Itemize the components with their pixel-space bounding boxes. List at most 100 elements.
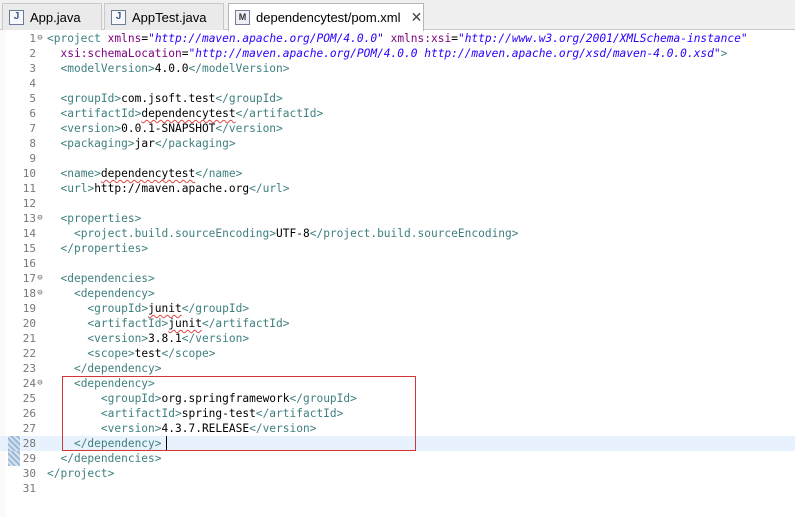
code-line[interactable]: 9 [0,151,795,166]
line-number: 6 [29,107,36,120]
line-number: 5 [29,92,36,105]
code-text: </properties> [60,242,149,255]
code-line[interactable]: 27 <version>4.3.7.RELEASE</version> [0,421,795,436]
line-number: 24 [22,377,36,390]
code-text: <scope>test</scope> [87,347,216,360]
tab-pom-xml[interactable]: M dependencytest/pom.xml ✕ [228,3,424,31]
code-text: <version>0.0.1-SNAPSHOT</version> [60,122,283,135]
code-text: <dependencies> [60,272,155,285]
code-text: <artifactId>junit</artifactId> [87,317,290,330]
tab-label: AppTest.java [132,9,207,25]
line-number: 4 [29,77,36,90]
line-number: 31 [22,482,36,495]
code-line[interactable]: 7 <version>0.0.1-SNAPSHOT</version> [0,121,795,136]
tab-app-java[interactable]: J App.java [2,3,102,30]
change-marker [8,436,20,451]
code-text: <groupId>junit</groupId> [87,302,250,315]
line-number: 13 [22,212,36,225]
line-number: 3 [29,62,36,75]
line-number: 26 [22,407,36,420]
line-number: 19 [22,302,36,315]
line-number: 1 [29,32,36,45]
code-line[interactable]: 5 <groupId>com.jsoft.test</groupId> [0,91,795,106]
code-line[interactable]: 30 </project> [0,466,795,481]
code-line[interactable]: 10 <name>dependencytest</name> [0,166,795,181]
code-line[interactable]: 11 <url>http://maven.apache.org</url> [0,181,795,196]
xml-file-icon: M [235,10,250,25]
code-line[interactable]: 23 </dependency> [0,361,795,376]
code-line[interactable]: 6 <artifactId>dependencytest</artifactId… [0,106,795,121]
code-line[interactable]: 24 ⊖ <dependency> [0,376,795,391]
line-number: 16 [22,257,36,270]
code-text: </project> [47,467,115,480]
line-number: 22 [22,347,36,360]
code-line[interactable]: 18 ⊖ <dependency> [0,286,795,301]
code-line[interactable]: 14 <project.build.sourceEncoding>UTF-8</… [0,226,795,241]
code-line[interactable]: 31 [0,481,795,496]
line-number: 15 [22,242,36,255]
code-line[interactable]: 19 <groupId>junit</groupId> [0,301,795,316]
line-number: 25 [22,392,36,405]
fold-toggle-icon[interactable]: ⊖ [36,214,44,223]
line-number: 18 [22,287,36,300]
fold-toggle-icon[interactable]: ⊖ [36,274,44,283]
tab-apptest-java[interactable]: J AppTest.java [104,3,224,30]
line-number: 9 [29,152,36,165]
code-line[interactable]: 13 ⊖ <properties> [0,211,795,226]
code-line[interactable]: 20 <artifactId>junit</artifactId> [0,316,795,331]
code-text: <dependency> [73,287,155,300]
code-text: </dependency> [73,362,162,375]
line-number: 11 [22,182,36,195]
code-text: <artifactId>spring-test</artifactId> [100,407,344,420]
code-text: </dependency> [73,437,162,450]
line-number: 23 [22,362,36,375]
code-line[interactable]: 12 [0,196,795,211]
code-text: <version>4.3.7.RELEASE</version> [100,422,317,435]
change-marker [8,451,20,466]
line-number: 2 [29,47,36,60]
line-number: 27 [22,422,36,435]
code-line[interactable]: 15 </properties> [0,241,795,256]
line-number: 21 [22,332,36,345]
code-line[interactable]: 29 </dependencies> [0,451,795,466]
code-text: <project.build.sourceEncoding>UTF-8</pro… [73,227,519,240]
code-text: <dependency> [73,377,155,390]
line-number: 10 [22,167,36,180]
code-line[interactable]: 22 <scope>test</scope> [0,346,795,361]
line-number: 12 [22,197,36,210]
java-file-icon: J [9,9,24,25]
code-text: <project xmlns="http://maven.apache.org/… [47,32,748,45]
fold-toggle-icon[interactable]: ⊖ [36,379,44,388]
code-line[interactable]: 21 <version>3.8.1</version> [0,331,795,346]
code-text: xsi:schemaLocation="http://maven.apache.… [60,47,728,60]
code-text: <properties> [60,212,142,225]
java-file-icon: J [111,9,126,25]
code-line[interactable]: 1 ⊖ <project xmlns="http://maven.apache.or… [0,31,795,46]
code-line[interactable]: 2 xsi:schemaLocation="http://maven.apach… [0,46,795,61]
xml-source-editor[interactable]: 1 ⊖ <project xmlns="http://maven.apache.or… [0,30,795,517]
code-line[interactable]: 26 <artifactId>spring-test</artifactId> [0,406,795,421]
line-number: 8 [29,137,36,150]
code-text: <version>3.8.1</version> [87,332,250,345]
code-line[interactable]: 16 [0,256,795,271]
code-line[interactable]: 17 ⊖ <dependencies> [0,271,795,286]
code-text: <groupId>com.jsoft.test</groupId> [60,92,283,105]
line-number: 7 [29,122,36,135]
text-cursor [166,436,167,450]
fold-toggle-icon[interactable]: ⊖ [36,289,44,298]
code-line[interactable]: 3 <modelVersion>4.0.0</modelVersion> [0,61,795,76]
code-text: <packaging>jar</packaging> [60,137,236,150]
tab-label: dependencytest/pom.xml [256,10,401,25]
line-number: 14 [22,227,36,240]
code-line[interactable]: 28 </dependency> [0,436,795,451]
code-text: <url>http://maven.apache.org</url> [60,182,290,195]
code-text: <modelVersion>4.0.0</modelVersion> [60,62,290,75]
code-line[interactable]: 25 <groupId>org.springframework</groupId… [0,391,795,406]
fold-toggle-icon[interactable]: ⊖ [36,34,44,43]
code-line[interactable]: 8 <packaging>jar</packaging> [0,136,795,151]
code-line[interactable]: 4 [0,76,795,91]
close-tab-icon[interactable]: ✕ [411,9,423,26]
editor-tab-bar: J App.java J AppTest.java M dependencyte… [0,0,795,31]
code-text: <artifactId>dependencytest</artifactId> [60,107,324,120]
line-number: 20 [22,317,36,330]
